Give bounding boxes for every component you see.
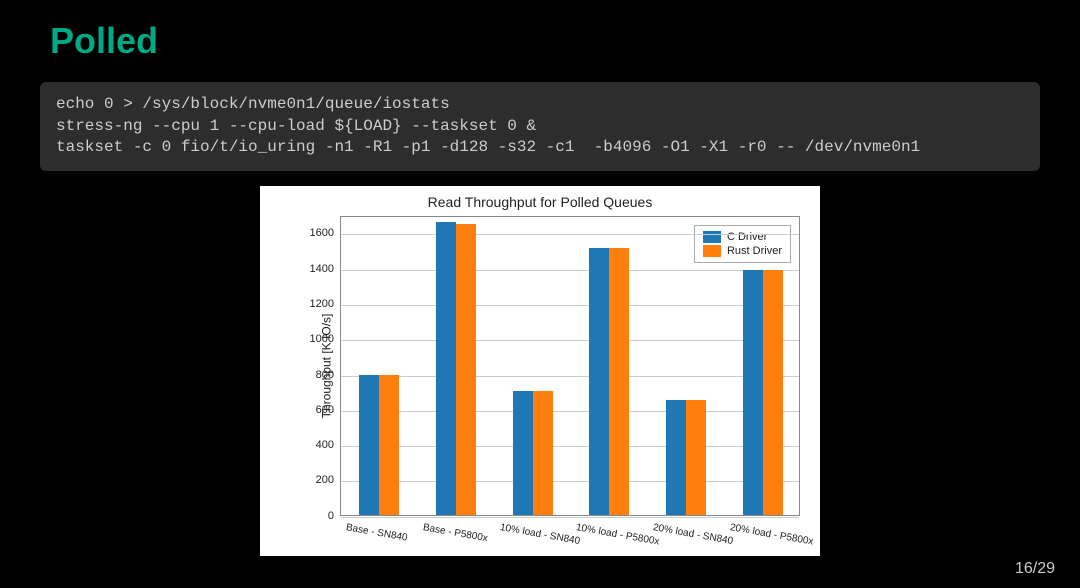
gridline — [341, 234, 799, 235]
gridline — [341, 481, 799, 482]
x-tick-label: 10% load - SN840 — [499, 522, 581, 547]
bar — [379, 375, 399, 514]
y-tick-label: 600 — [294, 404, 334, 416]
gridline — [341, 376, 799, 377]
bar — [686, 400, 706, 515]
legend: C Driver Rust Driver — [694, 225, 791, 263]
bar — [533, 391, 553, 515]
x-tick-label: 20% load - SN840 — [652, 522, 734, 547]
gridline — [341, 305, 799, 306]
gridline — [341, 446, 799, 447]
chart-title: Read Throughput for Polled Queues — [260, 186, 820, 210]
bar — [359, 375, 379, 514]
legend-label: C Driver — [727, 231, 767, 243]
bar — [609, 248, 629, 514]
bar — [513, 391, 533, 515]
y-tick-label: 800 — [294, 369, 334, 381]
code-block: echo 0 > /sys/block/nvme0n1/queue/iostat… — [40, 82, 1040, 171]
y-axis-label: Throughput [K IO/s] — [319, 313, 333, 418]
y-tick-label: 0 — [294, 510, 334, 522]
x-tick-label: Base - P5800x — [422, 522, 489, 544]
legend-item: C Driver — [703, 230, 782, 244]
slide-title: Polled — [0, 0, 1080, 62]
gridline — [341, 270, 799, 271]
chart: Read Throughput for Polled Queues Throug… — [260, 186, 820, 556]
bar — [436, 222, 456, 515]
y-tick-label: 1000 — [294, 333, 334, 345]
gridline — [341, 340, 799, 341]
x-tick-label: 20% load - P5800x — [729, 522, 814, 548]
legend-label: Rust Driver — [727, 245, 782, 257]
y-tick-label: 1200 — [294, 298, 334, 310]
y-tick-label: 1600 — [294, 227, 334, 239]
x-tick-label: Base - SN840 — [345, 522, 408, 544]
bar — [456, 224, 476, 515]
x-tick-label: 10% load - P5800x — [575, 522, 660, 548]
gridline — [341, 517, 799, 518]
y-tick-label: 1400 — [294, 263, 334, 275]
page-number: 16/29 — [1015, 560, 1055, 578]
y-tick-label: 400 — [294, 439, 334, 451]
plot-area: C Driver Rust Driver — [340, 216, 800, 516]
legend-swatch-icon — [703, 231, 721, 243]
bar — [589, 248, 609, 514]
y-tick-label: 200 — [294, 474, 334, 486]
bar — [763, 270, 783, 515]
gridline — [341, 411, 799, 412]
bar — [743, 270, 763, 515]
legend-item: Rust Driver — [703, 244, 782, 258]
legend-swatch-icon — [703, 245, 721, 257]
chart-container: Read Throughput for Polled Queues Throug… — [0, 186, 1080, 556]
bar — [666, 400, 686, 515]
